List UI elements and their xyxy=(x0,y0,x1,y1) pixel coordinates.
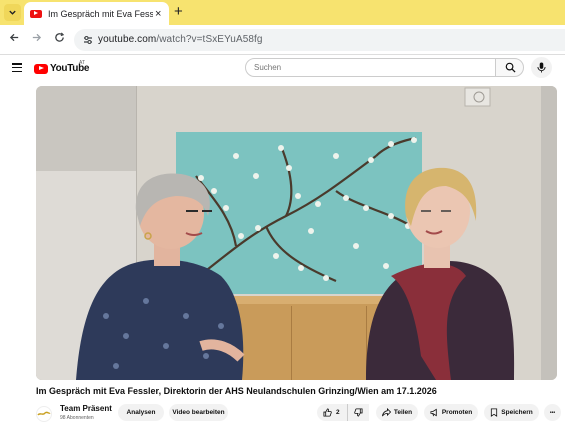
voice-search-button[interactable] xyxy=(531,57,552,78)
channel-avatar[interactable] xyxy=(36,406,52,422)
back-icon xyxy=(9,33,18,42)
forward-button[interactable] xyxy=(27,31,45,46)
video-meta-row: Team Präsent 98 Abonnenten Analysen Vide… xyxy=(36,403,565,424)
url-text: youtube.com/watch?v=tSxEYuA58fg xyxy=(98,34,263,45)
video-title: Im Gespräch mit Eva Fessler, Direktorin … xyxy=(36,386,437,396)
more-icon: ••• xyxy=(549,409,556,416)
menu-icon[interactable] xyxy=(12,63,22,73)
browser-tab-strip: Im Gespräch mit Eva Fessler, Di × + xyxy=(0,0,565,25)
youtube-logo-icon xyxy=(34,63,48,74)
new-tab-button[interactable]: + xyxy=(174,3,183,20)
channel-name[interactable]: Team Präsent xyxy=(60,404,112,413)
like-icon xyxy=(323,408,332,417)
save-button[interactable]: Speichern xyxy=(484,404,539,421)
share-label: Teilen xyxy=(393,409,413,416)
promote-label: Promoten xyxy=(441,409,473,416)
save-icon xyxy=(491,408,498,417)
reload-icon xyxy=(54,32,64,42)
forward-icon xyxy=(32,33,41,42)
save-label: Speichern xyxy=(501,409,533,416)
search-icon xyxy=(505,62,516,73)
share-icon xyxy=(381,408,391,417)
dislike-icon xyxy=(354,408,363,417)
url-path: /watch?v=tSxEYuA58fg xyxy=(156,34,263,45)
youtube-header: YouTube AT Suchen xyxy=(0,56,565,82)
search-input[interactable]: Suchen xyxy=(245,58,496,77)
url-host: youtube.com xyxy=(98,34,157,45)
promote-icon xyxy=(430,408,437,417)
reload-button[interactable] xyxy=(50,31,68,46)
site-info-icon[interactable] xyxy=(82,34,94,46)
video-player[interactable] xyxy=(36,86,557,380)
region-code: AT xyxy=(79,60,86,66)
tab-search-button[interactable] xyxy=(4,4,21,21)
like-count: 2 xyxy=(336,409,340,416)
back-button[interactable] xyxy=(5,31,23,46)
search-button[interactable] xyxy=(495,58,524,77)
analytics-button[interactable]: Analysen xyxy=(118,404,164,421)
more-actions-button[interactable]: ••• xyxy=(544,404,561,421)
browser-toolbar: youtube.com/watch?v=tSxEYuA58fg xyxy=(0,25,565,55)
promote-button[interactable]: Promoten xyxy=(424,404,478,421)
tab-close-button[interactable]: × xyxy=(155,8,161,20)
subscriber-count: 98 Abonnenten xyxy=(60,415,94,421)
browser-tab[interactable]: Im Gespräch mit Eva Fessler, Di × xyxy=(24,2,169,25)
mic-icon xyxy=(537,62,546,73)
address-bar[interactable]: youtube.com/watch?v=tSxEYuA58fg xyxy=(74,29,565,51)
dislike-button[interactable] xyxy=(347,404,369,421)
tab-title: Im Gespräch mit Eva Fessler, Di xyxy=(48,8,153,19)
youtube-favicon xyxy=(30,9,42,18)
edit-video-button[interactable]: Video bearbeiten xyxy=(169,404,228,421)
chevron-down-icon xyxy=(9,10,16,15)
channel-logo-icon xyxy=(37,411,51,416)
share-button[interactable]: Teilen xyxy=(376,404,418,421)
